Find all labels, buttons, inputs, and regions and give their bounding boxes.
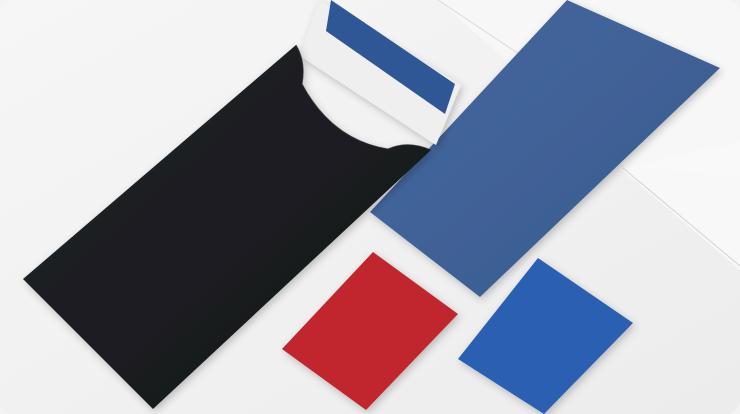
- photo-frame: [0, 0, 740, 414]
- stationery-mockup-scene: [0, 0, 740, 414]
